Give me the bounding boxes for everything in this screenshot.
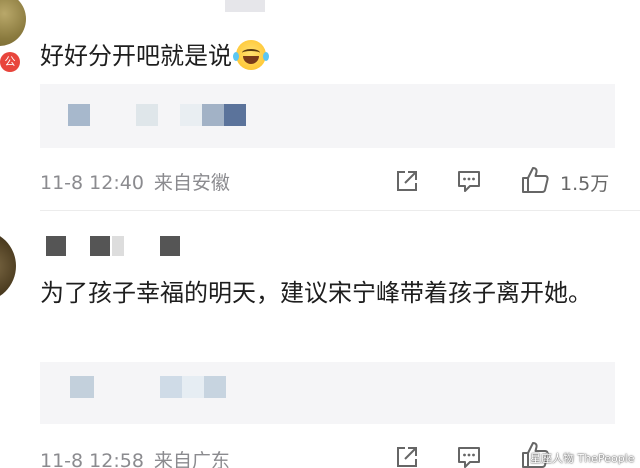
share-icon[interactable] <box>394 168 420 194</box>
mosaic-block <box>224 104 246 126</box>
username-blurred[interactable] <box>90 236 110 256</box>
share-icon[interactable] <box>394 444 420 468</box>
comment-meta: 11-8 12:58 来自广东 <box>40 446 230 468</box>
mosaic-block <box>182 376 204 398</box>
username-blurred[interactable] <box>225 0 265 12</box>
comment-text: 好好分开吧就是说 <box>40 36 269 71</box>
mosaic-block <box>68 104 90 126</box>
quoted-reply-box[interactable] <box>40 362 615 424</box>
comment-text-body: 好好分开吧就是说 <box>40 42 232 70</box>
comment-icon[interactable] <box>456 444 482 468</box>
comment-date: 11-8 12:40 <box>40 172 144 194</box>
like-icon[interactable] <box>520 165 550 195</box>
comment-date: 11-8 12:58 <box>40 450 144 468</box>
comment-meta: 11-8 12:40 来自安徽 <box>40 168 230 195</box>
mosaic-block <box>204 376 226 398</box>
verified-badge: 公 <box>0 52 20 72</box>
avatar[interactable] <box>0 0 26 46</box>
username-blurred[interactable] <box>46 236 66 256</box>
mosaic-block <box>160 376 182 398</box>
mosaic-block <box>202 104 224 126</box>
comment-location: 来自广东 <box>153 450 230 468</box>
quoted-reply-box[interactable] <box>40 84 615 148</box>
username-blurred[interactable] <box>112 236 124 256</box>
comment-icon[interactable] <box>456 168 482 194</box>
username-blurred[interactable] <box>160 236 180 256</box>
mosaic-block <box>180 104 202 126</box>
laugh-cry-emoji-icon <box>233 40 269 70</box>
comment-text: 为了孩子幸福的明天，建议宋宁峰带着孩子离开她。 <box>40 279 592 307</box>
comment-location: 来自安徽 <box>153 172 230 194</box>
comment-feed: 公 好好分开吧就是说 11-8 12:40 来自安徽 1.5万 为了孩子幸福的明… <box>0 0 640 468</box>
avatar[interactable] <box>0 230 16 302</box>
comment-divider <box>40 210 640 211</box>
mosaic-block <box>70 376 94 398</box>
watermark: 星座人物 ThePeople <box>530 452 635 465</box>
mosaic-block <box>136 104 158 126</box>
like-count: 1.5万 <box>560 173 610 195</box>
